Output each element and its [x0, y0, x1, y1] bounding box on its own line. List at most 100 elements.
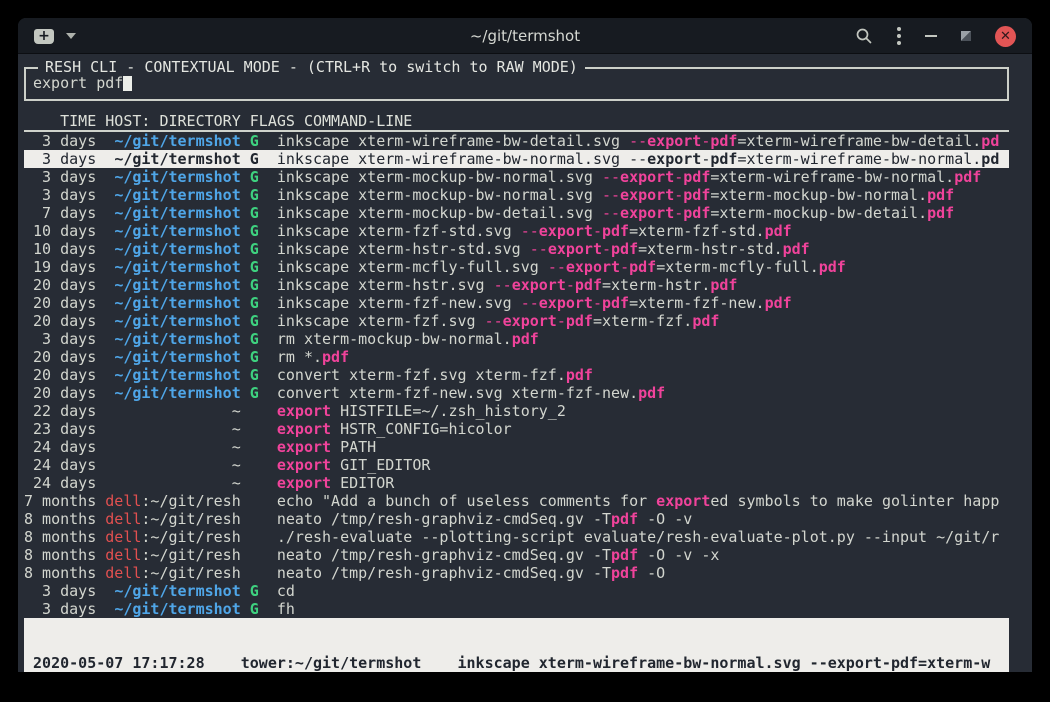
search-query-text: export pdf	[33, 74, 123, 92]
row-spacer	[241, 510, 250, 528]
history-row[interactable]: 8 months dell:~/git/resh neato /tmp/resh…	[24, 510, 1009, 528]
row-spacer	[241, 438, 250, 456]
row-time: 24 days	[24, 438, 96, 456]
row-directory: ~/git/termshot	[114, 240, 240, 258]
restore-icon[interactable]	[961, 24, 971, 48]
row-directory: ~	[232, 438, 241, 456]
search-input[interactable]: export pdf	[33, 74, 1000, 92]
row-spacer	[259, 402, 277, 420]
row-directory: :~/git/resh	[141, 546, 240, 564]
row-command-segment: pdf	[611, 546, 638, 564]
history-row[interactable]: 3 days ~/git/termshot G inkscape xterm-w…	[24, 132, 1009, 150]
row-flags	[250, 546, 259, 564]
row-command-segment: neato /tmp/resh-graphviz-cmdSeq.gv -T	[277, 564, 611, 582]
row-command-segment: -	[593, 294, 602, 312]
row-command-segment: =xterm-mcfly-full.	[656, 258, 819, 276]
row-spacer	[96, 402, 231, 420]
row-command-segment: --	[521, 222, 539, 240]
row-command-segment: pdf	[566, 366, 593, 384]
row-command-segment: -O -v -x	[638, 546, 719, 564]
row-flags	[250, 402, 259, 420]
row-command-segment: pdf	[638, 384, 665, 402]
history-row[interactable]: 22 days ~ export HISTFILE=~/.zsh_history…	[24, 402, 1009, 420]
history-row[interactable]: 3 days ~/git/termshot G inkscape xterm-m…	[24, 168, 1009, 186]
row-command-segment: echo "Add a bunch of useless comments fo…	[277, 492, 656, 510]
history-row[interactable]: 20 days ~/git/termshot G inkscape xterm-…	[24, 294, 1009, 312]
history-row[interactable]: 7 days ~/git/termshot G inkscape xterm-m…	[24, 204, 1009, 222]
row-command-segment: neato /tmp/resh-graphviz-cmdSeq.gv -T	[277, 510, 611, 528]
row-command-segment: pdf	[683, 204, 710, 222]
row-spacer	[96, 510, 105, 528]
history-row[interactable]: 8 months dell:~/git/resh neato /tmp/resh…	[24, 564, 1009, 582]
history-row[interactable]: 20 days ~/git/termshot G inkscape xterm-…	[24, 312, 1009, 330]
row-spacer	[96, 582, 114, 600]
history-row[interactable]: 20 days ~/git/termshot G inkscape xterm-…	[24, 276, 1009, 294]
history-row[interactable]: 3 days ~/git/termshot G rm xterm-mockup-…	[24, 330, 1009, 348]
row-flags	[250, 474, 259, 492]
kebab-menu-icon[interactable]	[897, 24, 901, 48]
row-command-segment: inkscape xterm-mockup-bw-normal.svg	[277, 186, 602, 204]
row-time: 20 days	[24, 384, 96, 402]
row-spacer	[96, 222, 114, 240]
history-row[interactable]: 19 days ~/git/termshot G inkscape xterm-…	[24, 258, 1009, 276]
history-row[interactable]: 10 days ~/git/termshot G inkscape xterm-…	[24, 240, 1009, 258]
history-row[interactable]: 20 days ~/git/termshot G convert xterm-f…	[24, 384, 1009, 402]
row-time: 8 months	[24, 510, 96, 528]
row-time: 7 days	[24, 204, 96, 222]
row-time: 8 months	[24, 546, 96, 564]
history-row[interactable]: 20 days ~/git/termshot G convert xterm-f…	[24, 366, 1009, 384]
row-spacer	[259, 330, 277, 348]
row-command-segment: convert xterm-fzf-new.svg xterm-fzf-new.	[277, 384, 638, 402]
history-row[interactable]: 8 months dell:~/git/resh neato /tmp/resh…	[24, 546, 1009, 564]
row-spacer	[241, 366, 250, 384]
row-spacer	[259, 456, 277, 474]
row-command-segment: ./resh-evaluate --plotting-script evalua…	[277, 528, 999, 546]
row-command-segment: pd	[981, 150, 999, 168]
row-command-segment: pdf	[765, 222, 792, 240]
history-row[interactable]: 3 days ~/git/termshot G inkscape xterm-m…	[24, 186, 1009, 204]
titlebar-right-controls: ✕	[855, 18, 1016, 54]
history-row[interactable]: 10 days ~/git/termshot G inkscape xterm-…	[24, 222, 1009, 240]
row-command-segment: -	[557, 312, 566, 330]
row-directory: :~/git/resh	[141, 492, 240, 510]
row-command-segment: pdf	[602, 294, 629, 312]
row-command-segment: export	[647, 132, 701, 150]
row-spacer	[96, 384, 114, 402]
row-spacer	[259, 582, 277, 600]
row-spacer	[259, 132, 277, 150]
close-icon[interactable]: ✕	[995, 26, 1016, 47]
row-spacer	[96, 492, 105, 510]
row-command-segment: export	[512, 276, 566, 294]
row-command-segment: =xterm-fzf-new.	[629, 294, 764, 312]
minimize-icon[interactable]	[925, 24, 937, 48]
row-command-segment: pd	[981, 132, 999, 150]
row-command-segment: pdf	[611, 510, 638, 528]
row-command-segment: =xterm-hstr-std.	[638, 240, 783, 258]
row-command-segment: pdf	[765, 294, 792, 312]
history-row[interactable]: 3 days ~/git/termshot G fh	[24, 600, 1009, 618]
row-command-segment: inkscape xterm-hstr-std.svg	[277, 240, 530, 258]
history-row[interactable]: 8 months dell:~/git/resh ./resh-evaluate…	[24, 528, 1009, 546]
row-command-segment: export	[277, 456, 331, 474]
row-directory: :~/git/resh	[141, 564, 240, 582]
row-spacer	[259, 258, 277, 276]
history-row[interactable]: 24 days ~ export PATH	[24, 438, 1009, 456]
row-command-segment: pdf	[710, 276, 737, 294]
row-directory: ~/git/termshot	[114, 312, 240, 330]
history-row[interactable]: 3 days ~/git/termshot G cd	[24, 582, 1009, 600]
history-row[interactable]: 23 days ~ export HSTR_CONFIG=hicolor	[24, 420, 1009, 438]
row-command-segment: =xterm-mockup-bw-normal.	[710, 186, 927, 204]
row-command-segment: cd	[277, 582, 295, 600]
row-command-segment: export	[656, 492, 710, 510]
history-row-selected[interactable]: 3 days ~/git/termshot G inkscape xterm-w…	[24, 150, 1009, 168]
row-command-segment: =xterm-wireframe-bw-detail.	[737, 132, 981, 150]
row-spacer	[259, 366, 277, 384]
row-spacer	[259, 546, 277, 564]
history-row[interactable]: 24 days ~ export EDITOR	[24, 474, 1009, 492]
row-command-segment: pdf	[683, 168, 710, 186]
row-command-segment: --	[602, 168, 620, 186]
search-icon[interactable]	[855, 24, 873, 48]
history-row[interactable]: 24 days ~ export GIT_EDITOR	[24, 456, 1009, 474]
history-row[interactable]: 7 months dell:~/git/resh echo "Add a bun…	[24, 492, 1009, 510]
history-row[interactable]: 20 days ~/git/termshot G rm *.pdf	[24, 348, 1009, 366]
